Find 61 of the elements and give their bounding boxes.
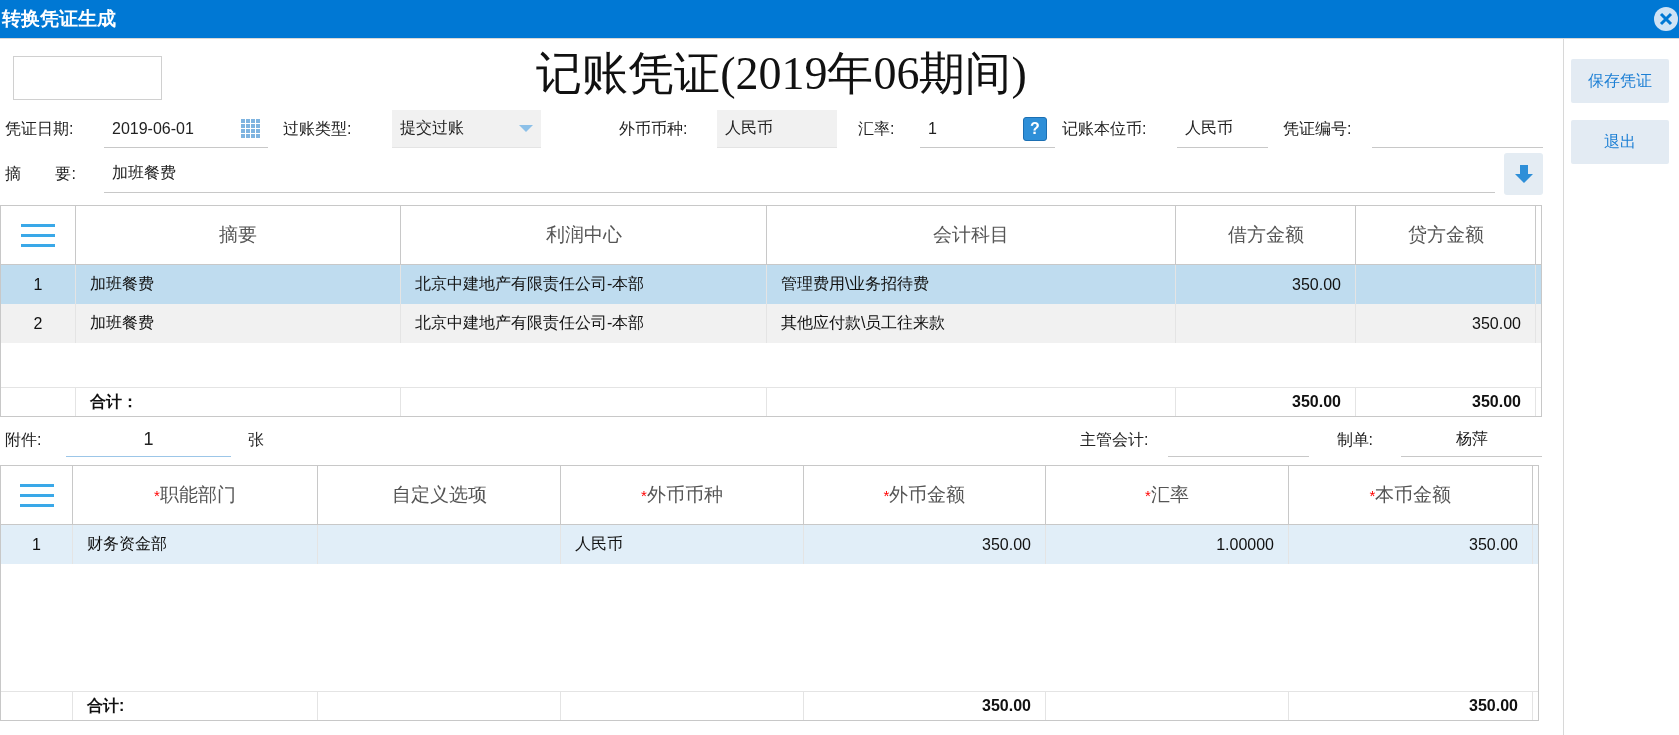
- table-cell: 350.00: [1289, 525, 1533, 564]
- field-label: 附件:: [5, 429, 43, 450]
- field-label: 摘 要:: [5, 163, 77, 184]
- table-row[interactable]: 1 加班餐费 北京中建地产有限责任公司-本部 管理费用\业务招待费 350.00: [1, 265, 1541, 304]
- column-header: *汇率: [1046, 466, 1289, 524]
- arrow-down-icon: [1514, 165, 1533, 183]
- rate-field[interactable]: 1 ?: [920, 110, 1055, 148]
- table-row[interactable]: 1 财务资金部 人民币 350.00 1.00000 350.00: [1, 525, 1538, 564]
- table-cell: 350.00: [804, 525, 1046, 564]
- table-cell: 人民币: [561, 525, 804, 564]
- column-header: *本币金额: [1289, 466, 1533, 524]
- unit-label: 张: [248, 429, 264, 450]
- attachment-count-field[interactable]: 1: [66, 423, 231, 457]
- field-label: 汇率:: [858, 118, 896, 139]
- currency-field[interactable]: 人民币: [717, 110, 837, 148]
- column-header: 自定义选项: [318, 466, 561, 524]
- column-header: 贷方金额: [1356, 206, 1536, 264]
- field-label: 记账本位币:: [1062, 118, 1148, 139]
- posting-type-dropdown[interactable]: 提交过账: [392, 110, 541, 148]
- field-label: 凭证日期:: [5, 118, 75, 139]
- caret-icon[interactable]: [519, 125, 533, 132]
- calendar-icon[interactable]: [241, 119, 260, 138]
- row-number: 1: [1, 525, 73, 564]
- table-cell: 350.00: [1356, 304, 1536, 343]
- table-row[interactable]: 2 加班餐费 北京中建地产有限责任公司-本部 其他应付款\员工往来款 350.00: [1, 304, 1541, 343]
- table-cell: 其他应付款\员工往来款: [767, 304, 1176, 343]
- column-header: 摘要: [76, 206, 401, 264]
- voucher-heading: 记账凭证(2019年06期间): [536, 47, 1027, 101]
- table-cell: 财务资金部: [73, 525, 318, 564]
- column-header: 会计科目: [767, 206, 1176, 264]
- date-field[interactable]: 2019-06-01: [104, 110, 268, 148]
- table-cell: 350.00: [1356, 388, 1536, 416]
- column-header: 利润中心: [401, 206, 767, 264]
- column-header: *职能部门: [73, 466, 318, 524]
- action-button[interactable]: 退出: [1571, 120, 1669, 164]
- window-title: 转换凭证生成: [0, 7, 116, 31]
- menu-icon[interactable]: [19, 482, 54, 508]
- field-label: 凭证编号:: [1283, 118, 1353, 139]
- total-label: 合计:: [73, 692, 318, 720]
- menu-icon[interactable]: [21, 222, 55, 248]
- column-header: *外币币种: [561, 466, 804, 524]
- total-label: 合计：: [76, 388, 401, 416]
- column-header: 借方金额: [1176, 206, 1356, 264]
- close-icon[interactable]: [1653, 6, 1679, 32]
- table-cell: 1.00000: [1046, 525, 1289, 564]
- table-cell: 350.00: [1176, 388, 1356, 416]
- column-header: *外币金额: [804, 466, 1046, 524]
- text-field[interactable]: 人民币: [1177, 110, 1268, 148]
- table-cell: 北京中建地产有限责任公司-本部: [401, 304, 767, 343]
- field-label: 过账类型:: [283, 118, 353, 139]
- field-label: 制单:: [1336, 429, 1373, 450]
- table-cell: 加班餐费: [76, 304, 401, 343]
- arrow-down-button[interactable]: [1504, 153, 1543, 195]
- field-label: 外币币种:: [619, 118, 689, 139]
- action-button[interactable]: 保存凭证: [1571, 59, 1669, 103]
- summary-field[interactable]: 加班餐费: [104, 155, 1495, 193]
- table-cell: 350.00: [1289, 692, 1533, 720]
- row-number: 2: [1, 304, 76, 343]
- table-cell: 350.00: [804, 692, 1046, 720]
- field-label: 主管会计:: [1080, 429, 1149, 450]
- preparer-field[interactable]: 杨萍: [1401, 423, 1542, 457]
